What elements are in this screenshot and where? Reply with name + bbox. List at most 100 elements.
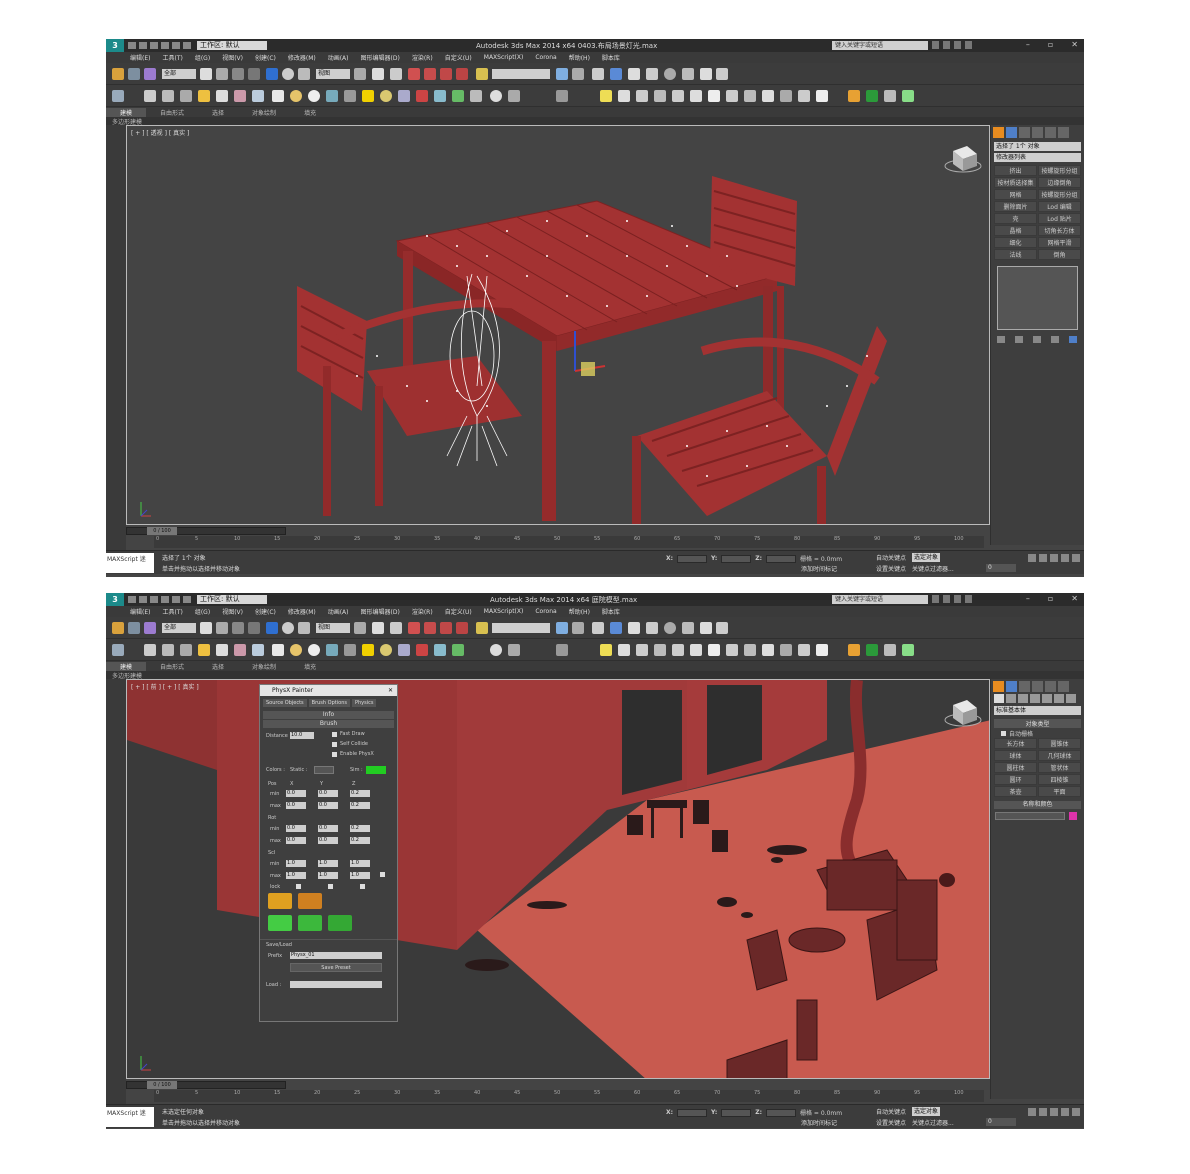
goto-start-icon[interactable]	[1028, 1108, 1036, 1116]
primitive-button[interactable]: 圆锥体	[1038, 738, 1081, 749]
workspace-dropdown[interactable]: 工作区: 默认	[197, 595, 267, 604]
vray-fur-icon[interactable]	[690, 644, 702, 656]
tab-selection[interactable]: 选择	[198, 108, 238, 117]
display-tab-icon[interactable]	[1045, 127, 1056, 138]
lock-z-checkbox[interactable]	[360, 884, 365, 889]
fast-draw-checkbox[interactable]	[332, 732, 337, 737]
keyboard-shortcut-icon[interactable]	[390, 622, 402, 634]
foliage-icon[interactable]	[452, 90, 464, 102]
tab-freeform[interactable]: 自由形式	[146, 662, 198, 671]
lock-x-checkbox[interactable]	[296, 884, 301, 889]
geosphere-icon[interactable]	[308, 90, 320, 102]
ref-coord-dropdown[interactable]: 视图	[316, 623, 350, 633]
camera-icon[interactable]	[216, 644, 228, 656]
hierarchy-tab-icon[interactable]	[1019, 127, 1030, 138]
primitive-button[interactable]: 茶壶	[994, 786, 1037, 797]
modifier-button[interactable]: Lod 贴片	[1038, 213, 1081, 224]
tab-populate[interactable]: 填充	[290, 662, 330, 671]
create-tab-icon[interactable]	[993, 681, 1004, 692]
align-icon[interactable]	[572, 622, 584, 634]
account-icon[interactable]	[943, 595, 950, 603]
cylinder-icon[interactable]	[326, 90, 338, 102]
pos-min-z[interactable]: 0.2	[350, 790, 370, 797]
undo-icon[interactable]	[161, 42, 169, 49]
viewcube-icon[interactable]	[944, 700, 982, 727]
vray-light-icon[interactable]	[600, 644, 612, 656]
spacewarps-icon[interactable]	[1054, 694, 1064, 703]
create-tab-icon[interactable]	[993, 127, 1004, 138]
menu-help[interactable]: 帮助(H)	[569, 53, 590, 62]
modifier-button[interactable]: 切角长方体	[1038, 225, 1081, 236]
vray-sun-icon[interactable]	[654, 90, 666, 102]
new-icon[interactable]	[128, 596, 136, 603]
proxy-icon[interactable]	[508, 644, 520, 656]
tree-icon[interactable]	[866, 90, 878, 102]
render-setup-icon[interactable]	[682, 68, 694, 80]
vray-plane-icon[interactable]	[708, 644, 720, 656]
menu-tools[interactable]: 工具(T)	[162, 607, 182, 616]
modifier-button[interactable]: 晶格	[994, 225, 1037, 236]
vray-dome-icon[interactable]	[636, 90, 648, 102]
pos-min-y[interactable]: 0.0	[318, 790, 338, 797]
menu-scripts[interactable]: 脚本库	[602, 53, 620, 62]
snaps-toggle-icon[interactable]	[408, 68, 420, 80]
selected-dropdown[interactable]: 选定对象	[912, 553, 941, 562]
table-icon[interactable]	[180, 644, 192, 656]
vray-fur-icon[interactable]	[690, 90, 702, 102]
modifier-button[interactable]: 网格	[994, 189, 1037, 200]
menu-modifiers[interactable]: 修改器(M)	[288, 607, 316, 616]
utilities-tab-icon[interactable]	[1058, 127, 1069, 138]
viewport-label[interactable]: [ + ] [ 透视 ] [ 真实 ]	[131, 128, 189, 137]
rect-selection-icon[interactable]	[232, 68, 244, 80]
y-coord-field[interactable]	[721, 1108, 752, 1117]
menu-create[interactable]: 创建(C)	[255, 53, 276, 62]
tab-modeling[interactable]: 建模	[106, 661, 147, 671]
primitive-button[interactable]: 圆环	[994, 774, 1037, 785]
forest-pack-icon[interactable]	[848, 644, 860, 656]
shapes-icon[interactable]	[1006, 694, 1016, 703]
ref-coord-dropdown[interactable]: 视图	[316, 69, 350, 79]
tab-populate[interactable]: 填充	[290, 108, 330, 117]
spray-icon[interactable]	[298, 893, 322, 909]
table-icon[interactable]	[180, 90, 192, 102]
z-coord-field[interactable]	[766, 1108, 797, 1117]
spacewarp-icon[interactable]	[252, 90, 264, 102]
sim-selected-icon[interactable]	[328, 915, 352, 931]
selected-dropdown[interactable]: 选定对象	[912, 1107, 941, 1116]
new-icon[interactable]	[128, 42, 136, 49]
vray-sphere-icon[interactable]	[618, 90, 630, 102]
sphere-icon[interactable]	[290, 644, 302, 656]
systems-icon[interactable]	[1066, 694, 1076, 703]
project-icon[interactable]	[183, 42, 191, 49]
close-icon[interactable]: ✕	[1071, 40, 1078, 49]
scl-min-x[interactable]: 1.0	[286, 860, 306, 867]
keyboard-shortcut-icon[interactable]	[390, 68, 402, 80]
select-object-icon[interactable]	[200, 68, 212, 80]
minimize-icon[interactable]: –	[1026, 594, 1030, 603]
table-list-icon[interactable]	[902, 90, 914, 102]
undo-icon[interactable]	[161, 596, 169, 603]
primitive-button[interactable]: 圆柱体	[994, 762, 1037, 773]
vray-sun-icon[interactable]	[654, 644, 666, 656]
select-rotate-icon[interactable]	[282, 68, 294, 80]
bind-space-warp-icon[interactable]	[144, 622, 156, 634]
pivot-icon[interactable]	[354, 68, 366, 80]
scl-min-y[interactable]: 1.0	[318, 860, 338, 867]
rock-icon[interactable]	[470, 90, 482, 102]
tab-source-objects[interactable]: Source Objects	[263, 699, 307, 707]
omni-icon[interactable]	[380, 90, 392, 102]
scale-uniform-checkbox[interactable]	[380, 872, 385, 877]
tools-x-icon[interactable]	[884, 644, 896, 656]
tab-modeling[interactable]: 建模	[106, 107, 147, 117]
viewcube-icon[interactable]	[944, 146, 982, 173]
cylinder-icon[interactable]	[326, 644, 338, 656]
show-end-icon[interactable]	[1015, 336, 1023, 343]
pivot-icon[interactable]	[354, 622, 366, 634]
window-crossing-icon[interactable]	[248, 68, 260, 80]
primitive-button[interactable]: 长方体	[994, 738, 1037, 749]
menu-maxscript[interactable]: MAXScript(X)	[484, 54, 524, 61]
close-icon[interactable]: ✕	[388, 685, 393, 696]
lamp-icon[interactable]	[816, 644, 828, 656]
modifier-button[interactable]: 删除面片	[994, 201, 1037, 212]
modifier-button[interactable]: 法线	[994, 249, 1037, 260]
